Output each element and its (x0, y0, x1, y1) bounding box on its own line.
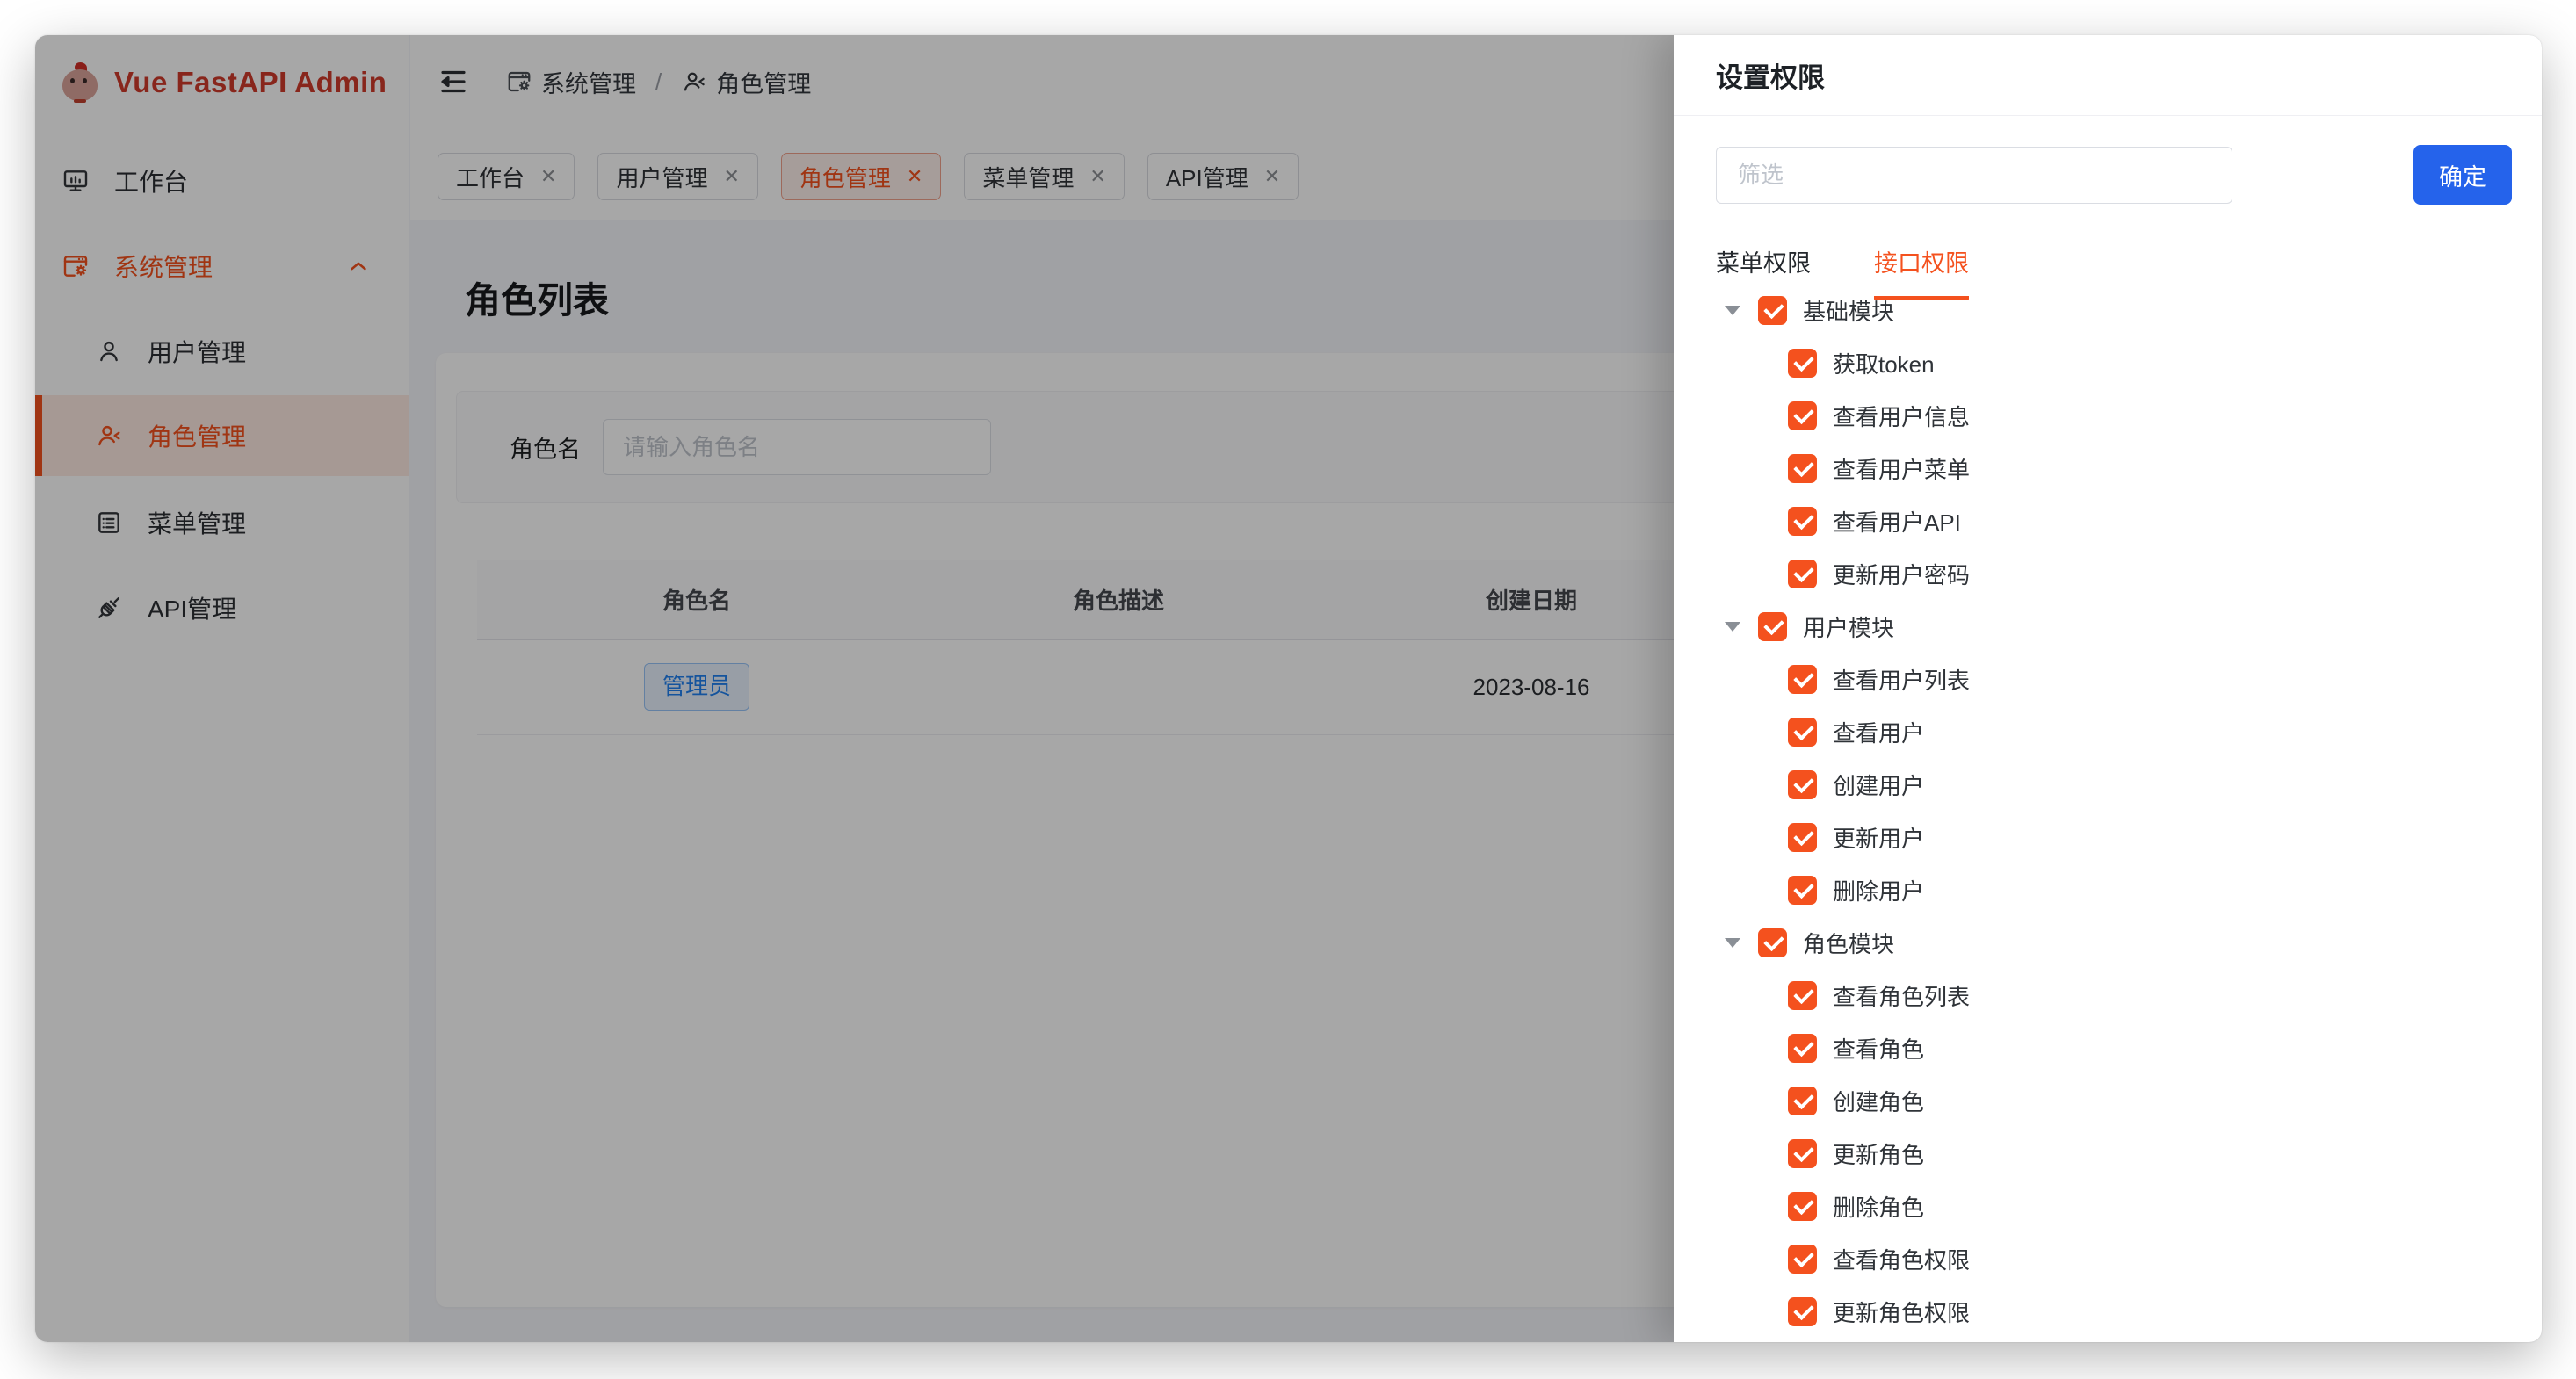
checkbox-checked[interactable] (1788, 1034, 1817, 1063)
tree-node-child: 创建角色 (1674, 1074, 2542, 1127)
checkbox-checked[interactable] (1788, 1139, 1817, 1168)
caret-down-icon[interactable] (1725, 306, 1740, 315)
tree-node-parent: 基础模块 (1674, 284, 2542, 336)
tree-node-label[interactable]: 删除角色 (1833, 1190, 1924, 1223)
tree-node-label[interactable]: 更新用户密码 (1833, 558, 1970, 590)
filter-input[interactable] (1716, 147, 2232, 204)
tree-node-label[interactable]: 查看用户列表 (1833, 663, 1970, 696)
checkbox-checked[interactable] (1788, 1087, 1817, 1115)
tree-node-label[interactable]: 查看用户API (1833, 505, 1961, 538)
tree-node-child: 获取token (1674, 336, 2542, 389)
tree-node-label[interactable]: 查看角色权限 (1833, 1243, 1970, 1275)
app-window: Vue FastAPI Admin 工作台 系统管理 (35, 35, 2542, 1342)
tree-node-label[interactable]: 查看角色列表 (1833, 979, 1970, 1012)
tree-node-label[interactable]: 查看角色 (1833, 1032, 1924, 1065)
tree-node-child: 查看角色权限 (1674, 1232, 2542, 1285)
tree-node-label[interactable]: 查看用户 (1833, 716, 1924, 748)
checkbox-checked[interactable] (1788, 560, 1817, 588)
caret-down-icon[interactable] (1725, 622, 1740, 632)
checkbox-checked[interactable] (1788, 401, 1817, 430)
checkbox-checked[interactable] (1788, 718, 1817, 747)
confirm-button[interactable]: 确定 (2413, 145, 2512, 205)
tree-node-label[interactable]: 查看用户菜单 (1833, 452, 1970, 485)
checkbox-checked[interactable] (1788, 1192, 1817, 1221)
tree-node-child: 更新角色 (1674, 1127, 2542, 1180)
tree-node-child: 更新用户 (1674, 811, 2542, 863)
checkbox-checked[interactable] (1758, 928, 1787, 957)
tree-node-parent: 角色模块 (1674, 916, 2542, 969)
checkbox-checked[interactable] (1788, 349, 1817, 378)
tree-node-child: 查看用户API (1674, 495, 2542, 547)
tree-node-label[interactable]: 删除用户 (1833, 874, 1924, 906)
caret-down-icon[interactable] (1725, 938, 1740, 948)
tree-node-child: 删除用户 (1674, 863, 2542, 916)
checkbox-checked[interactable] (1788, 876, 1817, 905)
checkbox-checked[interactable] (1758, 296, 1787, 325)
checkbox-checked[interactable] (1788, 823, 1817, 852)
tree-node-child: 查看用户 (1674, 705, 2542, 758)
screenshot-stage: Vue FastAPI Admin 工作台 系统管理 (0, 0, 2576, 1379)
tree-node-child: 删除角色 (1674, 1180, 2542, 1232)
tree-node-label[interactable]: 角色模块 (1803, 927, 1894, 959)
tree-node-parent: 用户模块 (1674, 600, 2542, 653)
tree-node-label[interactable]: 创建用户 (1833, 769, 1924, 801)
tree-node-child: 查看用户列表 (1674, 653, 2542, 705)
checkbox-checked[interactable] (1788, 507, 1817, 536)
tree-node-child: 查看用户信息 (1674, 389, 2542, 442)
checkbox-checked[interactable] (1788, 665, 1817, 694)
tree-node-label[interactable]: 创建角色 (1833, 1085, 1924, 1117)
tree-node-label[interactable]: 更新用户 (1833, 821, 1924, 854)
tree-node-label[interactable]: 查看用户信息 (1833, 400, 1970, 432)
checkbox-checked[interactable] (1788, 454, 1817, 483)
checkbox-checked[interactable] (1788, 770, 1817, 799)
tree-node-label[interactable]: 更新角色 (1833, 1137, 1924, 1170)
tree-node-child: 更新用户密码 (1674, 547, 2542, 600)
checkbox-checked[interactable] (1758, 612, 1787, 641)
tree-node-label[interactable]: 获取token (1833, 347, 1935, 379)
checkbox-checked[interactable] (1788, 981, 1817, 1010)
drawer-header: 设置权限 (1674, 35, 2542, 116)
checkbox-checked[interactable] (1788, 1297, 1817, 1326)
tree-node-child: 查看用户菜单 (1674, 442, 2542, 495)
permission-tree: 基础模块 获取token 查看用户信息 查看用户菜单 查看用户API (1674, 284, 2542, 1342)
checkbox-checked[interactable] (1788, 1245, 1817, 1274)
tree-node-child: 更新角色权限 (1674, 1285, 2542, 1338)
tree-node-label[interactable]: 更新角色权限 (1833, 1296, 1970, 1328)
drawer-title: 设置权限 (1716, 55, 1825, 95)
tree-node-child: 查看角色 (1674, 1022, 2542, 1074)
tree-node-label[interactable]: 用户模块 (1803, 610, 1894, 643)
tree-node-child: 创建用户 (1674, 758, 2542, 811)
tree-node-label[interactable]: 基础模块 (1803, 294, 1894, 327)
tree-node-child: 查看角色列表 (1674, 969, 2542, 1022)
set-permissions-drawer: 设置权限 确定 菜单权限 接口权限 基础模块 获取token (1674, 35, 2542, 1342)
